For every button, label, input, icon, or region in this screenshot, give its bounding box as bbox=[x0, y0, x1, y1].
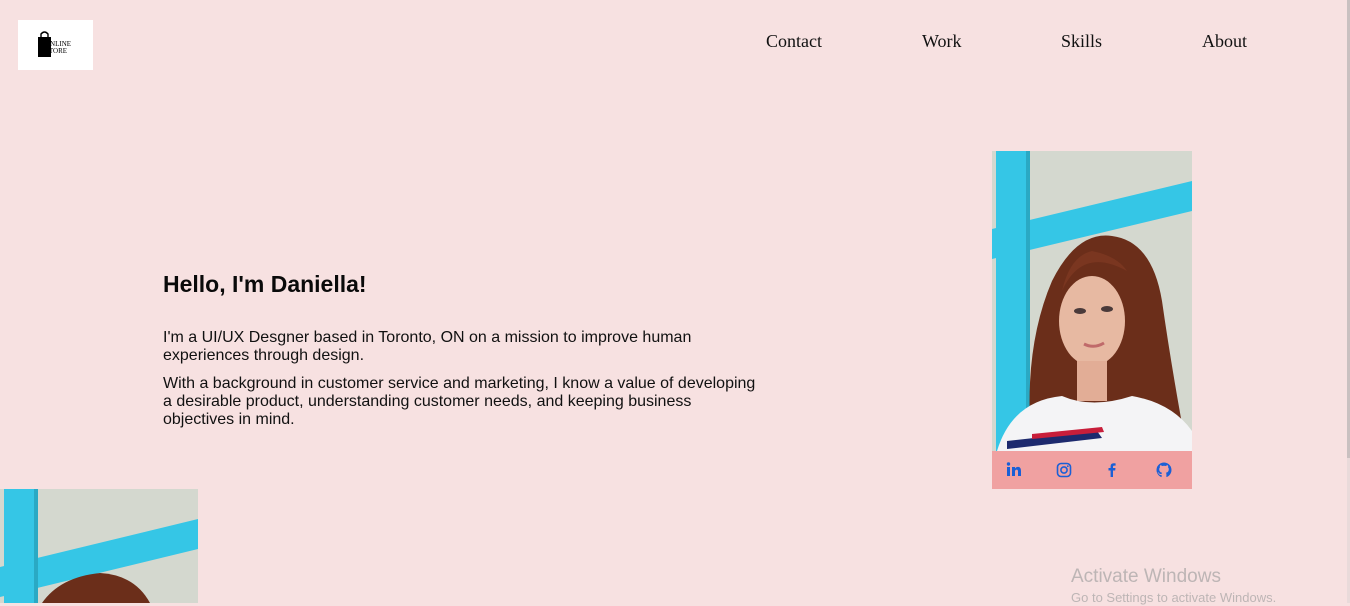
hero-title: Hello, I'm Daniella! bbox=[163, 271, 367, 297]
windows-activation-watermark: Activate Windows Go to Settings to activ… bbox=[1071, 566, 1276, 606]
profile-photo-illustration bbox=[992, 151, 1192, 451]
main-nav: Contact Work Skills About bbox=[0, 31, 1350, 53]
hero-background: With a background in customer service an… bbox=[163, 375, 756, 428]
nav-contact[interactable]: Contact bbox=[766, 31, 822, 52]
profile-card bbox=[992, 151, 1192, 489]
social-bar bbox=[992, 451, 1192, 489]
watermark-subtitle: Go to Settings to activate Windows. bbox=[1071, 590, 1277, 605]
nav-skills[interactable]: Skills bbox=[1061, 31, 1102, 52]
profile-photo-secondary bbox=[0, 489, 198, 603]
watermark-title: Activate Windows bbox=[1071, 566, 1221, 587]
nav-about[interactable]: About bbox=[1202, 31, 1247, 52]
facebook-icon[interactable] bbox=[1102, 460, 1122, 480]
github-icon[interactable] bbox=[1154, 460, 1174, 480]
linkedin-icon[interactable] bbox=[1004, 460, 1024, 480]
hero-intro: I'm a UI/UX Desgner based in Toronto, ON… bbox=[163, 329, 692, 364]
profile-photo bbox=[992, 151, 1192, 451]
nav-work[interactable]: Work bbox=[922, 31, 962, 52]
instagram-icon[interactable] bbox=[1054, 460, 1074, 480]
profile-photo-secondary-illustration bbox=[0, 489, 198, 603]
